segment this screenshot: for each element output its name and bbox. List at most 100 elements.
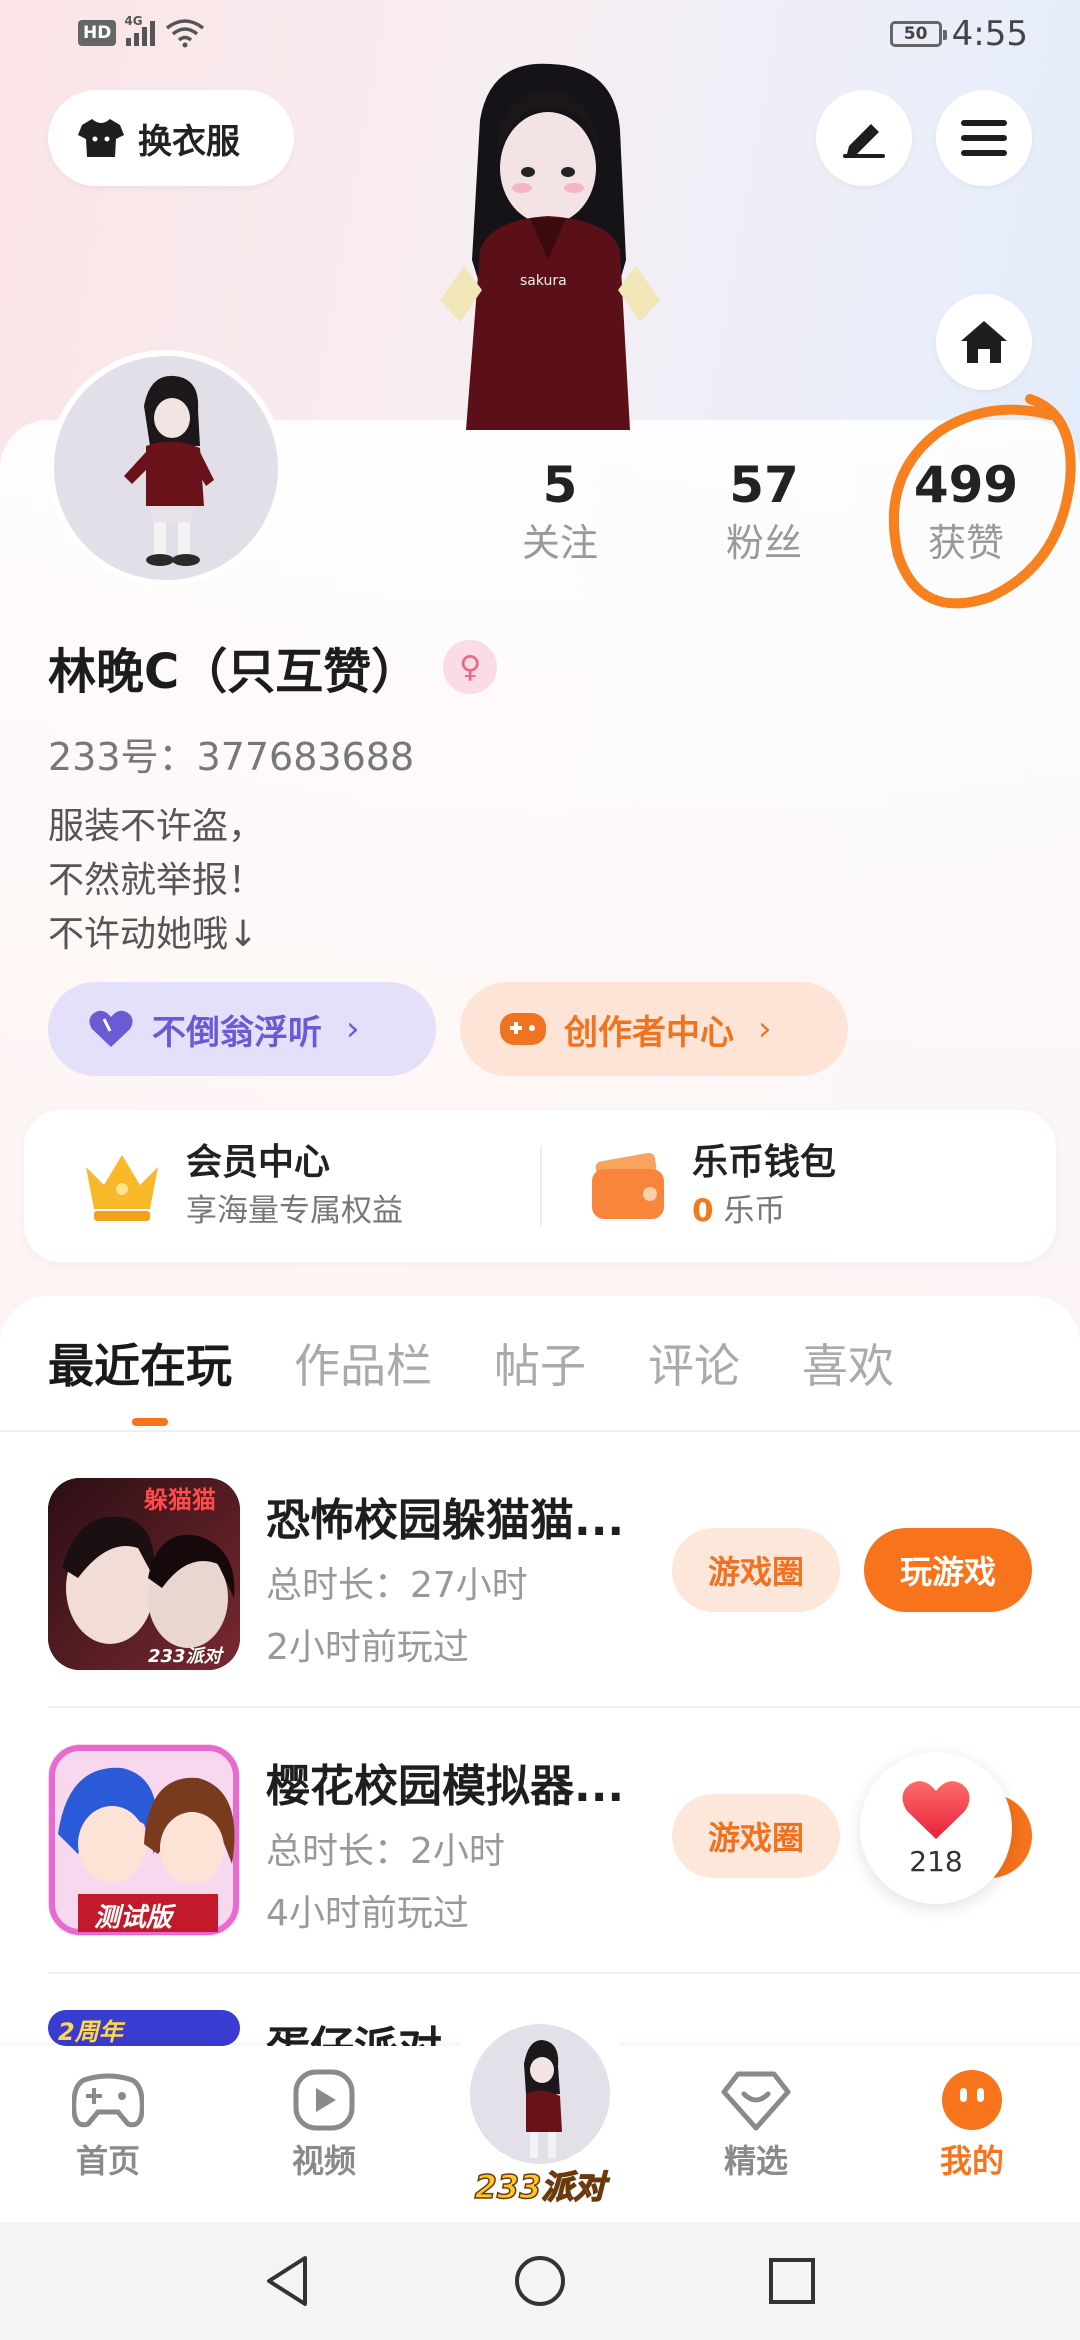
nav-center-label[interactable]: 233派对: [460, 2162, 620, 2208]
nav-featured-label: 精选: [723, 2142, 788, 2180]
game-duration: 总时长：27小时: [266, 1565, 528, 1606]
thumb-tag: 2周年: [58, 2018, 126, 2046]
wifi-icon: [166, 19, 205, 48]
wallet-entry[interactable]: 乐币钱包 0 乐币: [592, 1110, 836, 1262]
chevron-right-icon: ›: [758, 1009, 772, 1049]
thumb-text: 躲猫猫: [144, 1486, 216, 1514]
crown-icon: [86, 1155, 158, 1221]
creator-center-label: 创作者中心: [564, 1012, 734, 1053]
network-type: 4G: [124, 14, 143, 28]
game-thumbnail: 躲猫猫 233派对: [48, 1478, 240, 1670]
heart-icon: [902, 1780, 970, 1839]
signal-icon: 4G: [124, 14, 156, 46]
thumb-tag: 测试版: [94, 1903, 177, 1933]
followers-label: 粉丝: [725, 521, 802, 565]
pen-icon: [843, 124, 885, 158]
vip-center-entry[interactable]: 会员中心 享海量专属权益: [80, 1110, 403, 1262]
member-wallet-card: 会员中心 享海量专属权益 乐币钱包 0 乐币: [24, 1110, 1056, 1262]
user-id[interactable]: 233号：377683688: [48, 726, 414, 781]
nav-featured[interactable]: 精选: [686, 2068, 826, 2182]
gamepad-icon: [72, 2073, 144, 2128]
profile-tabs: 最近在玩 作品栏 帖子 评论 喜欢: [48, 1330, 894, 1396]
nav-home-label: 首页: [75, 2142, 140, 2180]
game-last-played: 2小时前玩过: [266, 1627, 469, 1668]
clock: 4:55: [951, 14, 1028, 54]
change-outfit-button[interactable]: 换衣服: [48, 90, 294, 186]
vip-subtitle: 享海量专属权益: [186, 1193, 403, 1229]
game-title: 恐怖校园躲猫猫...: [266, 1495, 625, 1546]
play-icon: [293, 2069, 355, 2131]
game-title: 樱花校园模拟器...: [266, 1761, 625, 1812]
bottom-navigation: 首页 视频 233派对 精选 我的: [0, 2006, 1080, 2222]
nav-center-avatar[interactable]: [470, 2024, 610, 2164]
tab-works[interactable]: 作品栏: [294, 1330, 432, 1396]
diamond-icon: [721, 2071, 791, 2131]
recents-icon[interactable]: [767, 2256, 817, 2306]
wallet-amount: 0: [692, 1193, 714, 1229]
tab-divider: [0, 1430, 1080, 1432]
bio-line: 不许动她哦↓: [48, 914, 259, 955]
music-pill-button[interactable]: 不倒翁浮听 ›: [48, 982, 436, 1076]
chevron-right-icon: ›: [346, 1009, 360, 1049]
nav-home[interactable]: 首页: [38, 2068, 178, 2182]
hd-badge: HD: [78, 20, 117, 46]
active-tab-indicator: [132, 1418, 168, 1426]
home-button[interactable]: [936, 294, 1032, 390]
edit-profile-button[interactable]: [816, 90, 912, 186]
game-thumbnail: 2周年: [48, 2010, 240, 2046]
game-duration: 总时长：2小时: [266, 1831, 505, 1872]
nav-video[interactable]: 视频: [254, 2068, 394, 2182]
following-label: 关注: [521, 521, 598, 565]
heart-icon: [89, 1010, 133, 1047]
row-divider: [48, 1972, 1080, 1974]
change-outfit-label: 换衣服: [138, 121, 240, 162]
face-icon: [942, 2070, 1002, 2130]
gamepad-icon: [500, 1013, 546, 1045]
stat-followers[interactable]: 57 粉丝: [684, 455, 844, 571]
game-list-item[interactable]: 躲猫猫 233派对 恐怖校园躲猫猫... 总时长：27小时 2小时前玩过 游戏圈…: [48, 1478, 1080, 1674]
tab-comments[interactable]: 评论: [648, 1330, 740, 1396]
bio-line: 服装不许盗，: [48, 806, 265, 847]
menu-icon: [961, 120, 1007, 156]
like-count: 218: [909, 1844, 963, 1878]
floating-like-button[interactable]: 218: [860, 1752, 1012, 1904]
game-circle-button[interactable]: 游戏圈: [672, 1528, 840, 1612]
following-count: 5: [542, 456, 578, 514]
profile-avatar[interactable]: [48, 350, 284, 586]
creator-center-button[interactable]: 创作者中心 ›: [460, 982, 848, 1076]
battery-icon: 50: [889, 21, 947, 47]
game-circle-button[interactable]: 游戏圈: [672, 1794, 840, 1878]
game-last-played: 4小时前玩过: [266, 1893, 469, 1934]
stat-following[interactable]: 5 关注: [480, 455, 640, 571]
play-game-button[interactable]: 玩游戏: [864, 1528, 1032, 1612]
followers-count: 57: [729, 456, 799, 514]
vip-title: 会员中心: [186, 1142, 331, 1183]
wallet-unit: 乐币: [723, 1193, 786, 1229]
music-pill-label: 不倒翁浮听: [152, 1012, 322, 1053]
game-title: 蛋仔派对: [266, 2012, 442, 2046]
wallet-icon: [592, 1152, 664, 1219]
back-icon[interactable]: [263, 2254, 313, 2308]
tab-recent-played[interactable]: 最近在玩: [48, 1330, 232, 1396]
tab-likes[interactable]: 喜欢: [802, 1330, 894, 1396]
nav-mine[interactable]: 我的: [902, 2068, 1042, 2182]
tshirt-icon: [78, 119, 124, 157]
avatar-figure: [124, 375, 214, 566]
svg-text:sakura: sakura: [520, 273, 567, 289]
menu-button[interactable]: [936, 90, 1032, 186]
game-thumbnail: 测试版: [48, 1744, 240, 1936]
profile-bio: 服装不许盗， 不然就举报！ 不许动她哦↓: [48, 800, 264, 962]
female-icon: ♀: [443, 640, 498, 694]
home-circle-icon[interactable]: [513, 2254, 567, 2308]
nav-video-label: 视频: [291, 2142, 356, 2180]
nav-mine-label: 我的: [939, 2142, 1004, 2180]
home-icon: [961, 321, 1007, 363]
thumb-tag: 233派对: [148, 1646, 225, 1667]
profile-name-row: 林晚C（只互赞） ♀: [48, 632, 498, 702]
character-avatar-figure[interactable]: sakura: [420, 60, 680, 430]
row-divider: [48, 1706, 1080, 1708]
hand-drawn-circle-annotation: [888, 394, 1076, 609]
tab-posts[interactable]: 帖子: [494, 1330, 586, 1396]
card-divider: [540, 1146, 542, 1226]
profile-name: 林晚C（只互赞）: [48, 644, 420, 700]
